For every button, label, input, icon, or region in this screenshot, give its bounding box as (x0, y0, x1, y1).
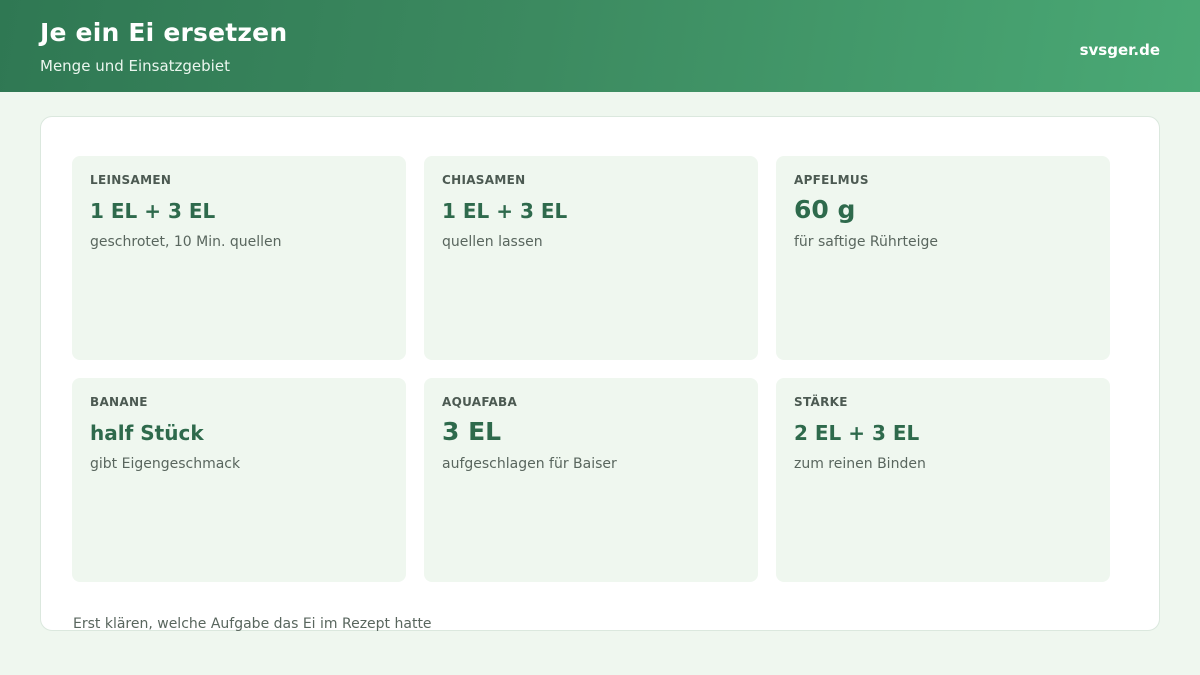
card-amount: 3 EL (442, 417, 502, 446)
card-note: für saftige Rührteige (794, 234, 938, 250)
content-panel: LEINSAMEN 1 EL + 3 EL geschrotet, 10 Min… (40, 116, 1160, 632)
card-label: AQUAFABA (442, 395, 518, 409)
header-banner: Je ein Ei ersetzen Menge und Einsatzgebi… (0, 0, 1200, 92)
footer-note: Erst klären, welche Aufgabe das Ei im Re… (73, 616, 432, 632)
card-label: APFELMUS (794, 173, 869, 187)
card-aquafaba: AQUAFABA 3 EL aufgeschlagen für Baiser (424, 378, 758, 582)
card-amount: 1 EL + 3 EL (442, 199, 568, 223)
card-label: BANANE (90, 395, 148, 409)
card-label: LEINSAMEN (90, 173, 172, 187)
card-chiasamen: CHIASAMEN 1 EL + 3 EL quellen lassen (424, 156, 758, 360)
card-note: zum reinen Binden (794, 456, 926, 472)
card-note: geschrotet, 10 Min. quellen (90, 234, 282, 250)
card-amount: 60 g (794, 195, 856, 224)
card-banane: BANANE half Stück gibt Eigengeschmack (72, 378, 406, 582)
page-subtitle: Menge und Einsatzgebiet (40, 57, 230, 75)
card-note: gibt Eigengeschmack (90, 456, 241, 472)
page-title: Je ein Ei ersetzen (40, 18, 288, 47)
card-label: STÄRKE (794, 395, 848, 409)
brand-link[interactable]: svsger.de (1080, 41, 1160, 59)
card-leinsamen: LEINSAMEN 1 EL + 3 EL geschrotet, 10 Min… (72, 156, 406, 360)
card-note: quellen lassen (442, 234, 543, 250)
card-staerke: STÄRKE 2 EL + 3 EL zum reinen Binden (776, 378, 1110, 582)
card-amount: half Stück (90, 421, 204, 445)
card-amount: 1 EL + 3 EL (90, 199, 216, 223)
card-label: CHIASAMEN (442, 173, 526, 187)
card-apfelmus: APFELMUS 60 g für saftige Rührteige (776, 156, 1110, 360)
card-note: aufgeschlagen für Baiser (442, 456, 617, 472)
card-amount: 2 EL + 3 EL (794, 421, 920, 445)
